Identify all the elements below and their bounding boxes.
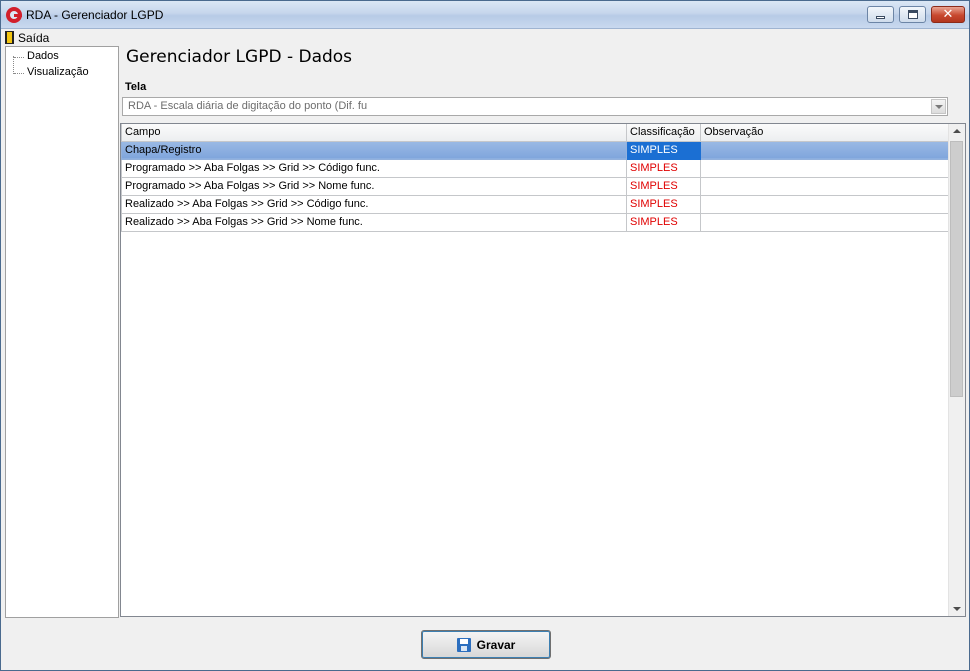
cell-campo[interactable]: Programado >> Aba Folgas >> Grid >> Códi…	[121, 158, 627, 178]
vertical-scrollbar[interactable]	[948, 124, 965, 616]
tree-connector	[13, 56, 15, 74]
tela-select-value: RDA - Escala diária de digitação do pont…	[128, 100, 368, 112]
column-header-classificacao[interactable]: Classificação	[626, 124, 701, 142]
cell-campo[interactable]: Realizado >> Aba Folgas >> Grid >> Códig…	[121, 194, 627, 214]
cell-campo[interactable]: Programado >> Aba Folgas >> Grid >> Nome…	[121, 176, 627, 196]
cell-campo[interactable]: Realizado >> Aba Folgas >> Grid >> Nome …	[121, 212, 627, 232]
door-exit-icon	[5, 31, 14, 44]
cell-observacao[interactable]	[700, 176, 951, 196]
cell-campo[interactable]: Chapa/Registro	[121, 140, 627, 160]
minimize-icon	[876, 16, 885, 19]
cell-classificacao[interactable]: SIMPLES	[626, 212, 701, 232]
table-row[interactable]: Chapa/Registro SIMPLES	[121, 140, 951, 160]
main-window: RDA - Gerenciador LGPD ✕ Saída Dados Vis…	[0, 0, 970, 671]
cell-observacao[interactable]	[700, 140, 951, 160]
cell-observacao[interactable]	[700, 212, 951, 232]
save-button[interactable]: Gravar	[421, 630, 551, 659]
cell-classificacao[interactable]: SIMPLES	[626, 158, 701, 178]
menu-item-saida[interactable]: Saída	[5, 29, 49, 46]
menu-item-label: Saída	[18, 30, 50, 45]
menu-bar: Saída	[1, 29, 969, 46]
window-title: RDA - Gerenciador LGPD	[26, 8, 164, 22]
cell-classificacao[interactable]: SIMPLES	[626, 176, 701, 196]
page-title: Gerenciador LGPD - Dados	[126, 47, 353, 67]
scroll-up-icon[interactable]	[953, 129, 961, 133]
save-button-label: Gravar	[476, 637, 516, 652]
close-icon: ✕	[942, 7, 954, 22]
column-header-campo[interactable]: Campo	[121, 124, 627, 142]
scroll-down-icon[interactable]	[953, 607, 961, 611]
navigation-tree: Dados Visualização	[5, 46, 119, 618]
cell-observacao[interactable]	[700, 158, 951, 178]
minimize-button[interactable]	[867, 6, 894, 23]
fields-grid: Campo Classificação Observação Chapa/Reg…	[120, 123, 966, 617]
chevron-down-icon[interactable]	[931, 99, 946, 114]
tela-label: Tela	[125, 81, 147, 93]
floppy-disk-icon	[456, 637, 471, 652]
column-header-observacao[interactable]: Observação	[700, 124, 951, 142]
app-logo-icon	[6, 7, 22, 23]
tree-item-label: Visualização	[27, 66, 89, 78]
close-button[interactable]: ✕	[931, 6, 965, 23]
cell-classificacao[interactable]: SIMPLES	[626, 194, 701, 214]
maximize-icon	[908, 10, 918, 19]
tela-select[interactable]: RDA - Escala diária de digitação do pont…	[122, 97, 948, 116]
table-row[interactable]: Realizado >> Aba Folgas >> Grid >> Nome …	[121, 212, 951, 232]
cell-classificacao[interactable]: SIMPLES	[626, 140, 701, 160]
table-header-row: Campo Classificação Observação	[121, 124, 951, 142]
title-bar[interactable]: RDA - Gerenciador LGPD ✕	[1, 1, 969, 29]
table-row[interactable]: Programado >> Aba Folgas >> Grid >> Nome…	[121, 176, 951, 196]
tree-item-label: Dados	[27, 50, 59, 62]
scroll-thumb[interactable]	[950, 141, 963, 397]
fields-table: Campo Classificação Observação Chapa/Reg…	[121, 124, 951, 232]
cell-observacao[interactable]	[700, 194, 951, 214]
table-row[interactable]: Realizado >> Aba Folgas >> Grid >> Códig…	[121, 194, 951, 214]
table-row[interactable]: Programado >> Aba Folgas >> Grid >> Códi…	[121, 158, 951, 178]
maximize-button[interactable]	[899, 6, 926, 23]
